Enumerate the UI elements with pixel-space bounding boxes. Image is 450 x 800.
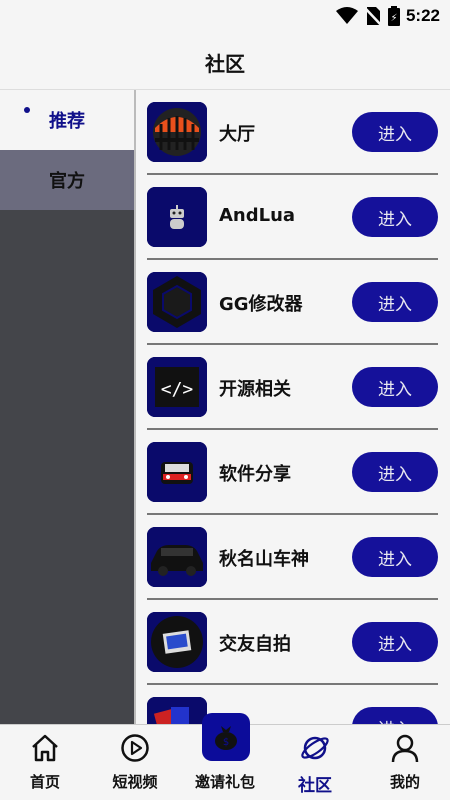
cards-icon bbox=[147, 697, 207, 724]
status-bar: ⚡ 5:22 bbox=[0, 0, 450, 32]
list-item[interactable]: 大厅 进入 bbox=[136, 90, 450, 175]
item-label: GG修改器 bbox=[219, 294, 303, 315]
nav-label: 首页 bbox=[29, 773, 60, 791]
photo-icon bbox=[147, 612, 207, 672]
sidebar-item-recommended[interactable]: 推荐 bbox=[0, 90, 134, 150]
list-item[interactable]: GG修改器 进入 bbox=[136, 260, 450, 345]
svg-text:⚡: ⚡ bbox=[390, 13, 397, 24]
sidebar-item-official[interactable]: 官方 bbox=[0, 150, 134, 210]
category-sidebar: 推荐 官方 bbox=[0, 90, 134, 724]
list-item[interactable]: 进入 bbox=[136, 685, 450, 724]
list-item[interactable]: AndLua 进入 bbox=[136, 175, 450, 260]
nav-community[interactable]: 社区 bbox=[270, 725, 360, 800]
nav-label: 社区 bbox=[298, 776, 332, 796]
community-list[interactable]: 大厅 进入 AndLua 进入 GG修改器 进入 </> 开源相关 进入 软件分… bbox=[136, 90, 450, 724]
app-bar: 社区 bbox=[0, 32, 450, 90]
code-icon: </> bbox=[147, 357, 207, 417]
list-item[interactable]: 秋名山车神 进入 bbox=[136, 515, 450, 600]
nav-label: 短视频 bbox=[112, 773, 158, 791]
play-icon bbox=[121, 734, 149, 762]
battery-icon: ⚡ bbox=[387, 6, 400, 26]
nav-home[interactable]: 首页 bbox=[0, 725, 90, 800]
enter-button[interactable]: 进入 bbox=[352, 452, 438, 492]
svg-text:</>: </> bbox=[161, 379, 194, 400]
enter-button[interactable]: 进入 bbox=[352, 197, 438, 237]
enter-button[interactable]: 进入 bbox=[352, 367, 438, 407]
item-label: 交友自拍 bbox=[219, 634, 291, 655]
home-icon bbox=[32, 734, 58, 762]
bottom-navigation: 首页 短视频 $ 邀请礼包 社区 我的 bbox=[0, 713, 450, 800]
sidebar-item-label: 推荐 bbox=[49, 111, 85, 132]
car-icon bbox=[147, 527, 207, 587]
robot-icon bbox=[147, 187, 207, 247]
nav-invite-gift[interactable]: $ 邀请礼包 bbox=[180, 713, 270, 800]
list-item[interactable]: 软件分享 进入 bbox=[136, 430, 450, 515]
bridge-icon bbox=[147, 102, 207, 162]
enter-button[interactable]: 进入 bbox=[352, 622, 438, 662]
wifi-icon bbox=[335, 7, 358, 24]
car-front-icon bbox=[147, 442, 207, 502]
status-icons: ⚡ 5:22 bbox=[335, 4, 440, 28]
item-label: 开源相关 bbox=[219, 379, 291, 400]
enter-button[interactable]: 进入 bbox=[352, 282, 438, 322]
nav-label: 我的 bbox=[389, 773, 420, 791]
item-label: 秋名山车神 bbox=[219, 549, 309, 570]
item-label: 大厅 bbox=[219, 124, 255, 145]
nav-profile[interactable]: 我的 bbox=[360, 725, 450, 800]
enter-button[interactable]: 进入 bbox=[352, 537, 438, 577]
item-label: 软件分享 bbox=[219, 464, 291, 485]
hexagon-icon bbox=[147, 272, 207, 332]
person-icon bbox=[391, 734, 419, 763]
list-item[interactable]: </> 开源相关 进入 bbox=[136, 345, 450, 430]
enter-button[interactable]: 进入 bbox=[352, 707, 438, 724]
planet-icon bbox=[301, 736, 329, 760]
svg-text:$: $ bbox=[223, 737, 229, 748]
status-time: 5:22 bbox=[405, 6, 440, 25]
nav-short-video[interactable]: 短视频 bbox=[90, 725, 180, 800]
selected-dot-icon bbox=[24, 107, 30, 113]
list-item[interactable]: 交友自拍 进入 bbox=[136, 600, 450, 685]
sidebar-item-label: 官方 bbox=[49, 171, 85, 192]
item-label: AndLua bbox=[219, 205, 296, 226]
gift-bag-icon: $ bbox=[202, 713, 250, 761]
enter-button[interactable]: 进入 bbox=[352, 112, 438, 152]
nav-label: 邀请礼包 bbox=[194, 773, 255, 791]
page-title: 社区 bbox=[205, 52, 245, 76]
no-sim-icon bbox=[364, 7, 382, 26]
